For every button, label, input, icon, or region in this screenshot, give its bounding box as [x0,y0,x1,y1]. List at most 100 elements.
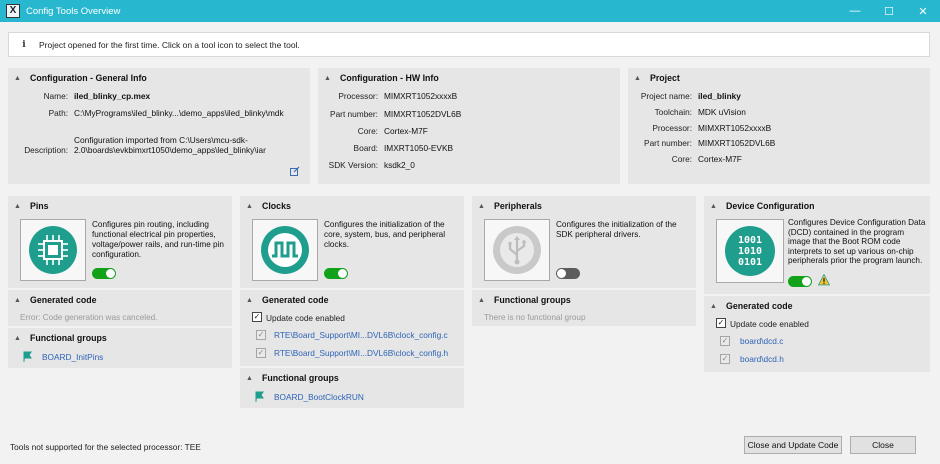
dcd-update-code-checkbox[interactable]: ✓ [716,318,726,328]
general-info-title: Configuration - General Info [30,73,147,83]
info-text: Project opened for the first time. Click… [39,39,300,50]
device-config-tool-tile[interactable]: 1001 1010 0101 [716,219,784,283]
project-title: Project [650,73,680,83]
pins-generated-code-header[interactable]: ▲ Generated code [14,295,97,305]
project-header[interactable]: ▲ Project [634,73,680,83]
pins-enable-toggle[interactable] [92,268,116,279]
pins-functional-groups-panel: ▲ Functional groups BOARD_InitPins [8,328,232,368]
device-config-header[interactable]: ▲ Device Configuration [710,201,814,211]
pins-panel: ▲ Pins Configures pin routing, including… [8,196,232,288]
chevron-up-icon: ▲ [14,296,21,304]
dcd-h-link[interactable]: board\dcd.h [740,354,784,364]
functional-group-icon [254,391,266,403]
maximize-button[interactable]: ☐ [872,0,906,22]
info-icon: i [22,39,26,50]
clock-config-h-checkbox: ✓ [256,348,266,358]
peripherals-tool-tile[interactable] [484,219,550,281]
close-button[interactable]: Close [850,436,916,454]
pins-tool-tile[interactable] [20,219,86,281]
hw-info-panel: ▲ Configuration - HW Info Processor: MIM… [318,68,620,184]
clocks-header[interactable]: ▲ Clocks [246,201,291,211]
project-name-row: Project name: iled_blinky [640,91,741,101]
chevron-up-icon: ▲ [478,296,485,304]
general-info-description-row: Description: Configuration imported from… [24,135,266,155]
clocks-tool-tile[interactable] [252,219,318,281]
hw-info-header[interactable]: ▲ Configuration - HW Info [324,73,439,83]
clocks-enable-toggle[interactable] [324,268,348,279]
dcd-h-checkbox: ✓ [720,354,730,364]
clock-config-h-link[interactable]: RTE\Board_Support\MI...DVL6B\clock_confi… [274,348,448,358]
hw-sdk-version-row: SDK Version: ksdk2_0 [328,160,415,170]
clock-config-c-checkbox: ✓ [256,330,266,340]
chevron-up-icon: ▲ [710,202,717,210]
project-toolchain-row: Toolchain: MDK uVision [654,107,746,117]
hw-board-row: Board: IMXRT1050-EVKB [353,143,454,153]
chevron-up-icon: ▲ [14,74,21,82]
clocks-description: Configures the initialization of the cor… [324,220,446,249]
device-config-generated-code-header[interactable]: ▲ Generated code [710,301,793,311]
close-window-button[interactable]: ✕ [906,0,940,22]
clocks-functional-groups-header[interactable]: ▲ Functional groups [246,373,339,383]
binary-data-icon: 1001 1010 0101 [725,226,775,276]
device-config-panel: ▲ Device Configuration 1001 1010 0101 Co… [704,196,930,294]
part-number-link[interactable]: MIMXRT1052DVL6B [384,109,461,119]
clocks-generated-code-header[interactable]: ▲ Generated code [246,295,329,305]
edit-icon[interactable] [290,166,300,176]
clock-config-c-link[interactable]: RTE\Board_Support\MI...DVL6B\clock_confi… [274,330,448,340]
pins-description: Configures pin routing, including functi… [92,220,224,259]
board-link[interactable]: IMXRT1050-EVKB [384,143,453,153]
chevron-up-icon: ▲ [710,302,717,310]
peripherals-header[interactable]: ▲ Peripherals [478,201,542,211]
binary-row-1: 1001 [738,235,762,246]
general-info-header[interactable]: ▲ Configuration - General Info [14,73,147,83]
dcd-c-link[interactable]: board\dcd.c [740,336,783,346]
dcd-update-code-label: Update code enabled [730,319,809,329]
chevron-up-icon: ▲ [246,374,253,382]
clocks-title: Clocks [262,201,291,211]
app-icon: X [6,4,20,18]
warning-icon [817,273,831,286]
clock-wave-icon [261,226,309,274]
functional-group-board-initpins[interactable]: BOARD_InitPins [42,352,103,362]
binary-row-2: 1010 [738,246,762,257]
clocks-update-code-checkbox[interactable]: ✓ [252,312,262,322]
path-link[interactable]: C:\MyPrograms\iled_blinky...\demo_apps\i… [74,108,306,118]
clocks-panel: ▲ Clocks Configures the initialization o… [240,196,464,288]
chevron-up-icon: ▲ [246,296,253,304]
peripherals-title: Peripherals [494,201,542,211]
window-title: Config Tools Overview [26,5,121,17]
chevron-up-icon: ▲ [14,202,21,210]
peripherals-functional-groups-status: There is no functional group [484,313,586,322]
chevron-up-icon: ▲ [478,202,485,210]
info-bar: i Project opened for the first time. Cli… [8,32,930,57]
chevron-up-icon: ▲ [14,334,21,342]
pins-functional-groups-header[interactable]: ▲ Functional groups [14,333,107,343]
functional-group-board-bootclockrun[interactable]: BOARD_BootClockRUN [274,392,364,402]
functional-group-icon [22,351,34,363]
peripherals-panel: ▲ Peripherals Configures the initializat… [472,196,696,288]
status-text: Tools not supported for the selected pro… [10,442,201,452]
pins-header[interactable]: ▲ Pins [14,201,49,211]
hw-core-row: Core: Cortex-M7F [357,126,428,136]
general-info-name-row: Name: iled_blinky_cp.mex [43,91,151,101]
pins-generated-code-status: Error: Code generation was canceled. [20,313,158,322]
device-config-title: Device Configuration [726,201,815,211]
chevron-up-icon: ▲ [634,74,641,82]
chevron-up-icon: ▲ [246,202,253,210]
close-and-update-code-button[interactable]: Close and Update Code [744,436,842,454]
chevron-up-icon: ▲ [324,74,331,82]
hw-part-number-row: Part number: MIMXRT1052DVL6B [330,109,462,119]
device-config-description: Configures Device Configuration Data (DC… [788,218,926,266]
pins-title: Pins [30,201,49,211]
project-core-row: Core: Cortex-M7F [671,154,742,164]
peripherals-functional-groups-header[interactable]: ▲ Functional groups [478,295,571,305]
clocks-update-code-label: Update code enabled [266,313,345,323]
binary-row-3: 0101 [738,257,762,268]
dcd-c-checkbox: ✓ [720,336,730,346]
device-config-enable-toggle[interactable] [788,276,812,287]
title-bar: X Config Tools Overview — ☐ ✕ [0,0,940,22]
project-part-number-row: Part number: MIMXRT1052DVL6B [644,138,776,148]
minimize-button[interactable]: — [838,0,872,22]
peripherals-enable-toggle[interactable] [556,268,580,279]
device-config-generated-code-panel: ▲ Generated code ✓ Update code enabled ✓… [704,296,930,372]
